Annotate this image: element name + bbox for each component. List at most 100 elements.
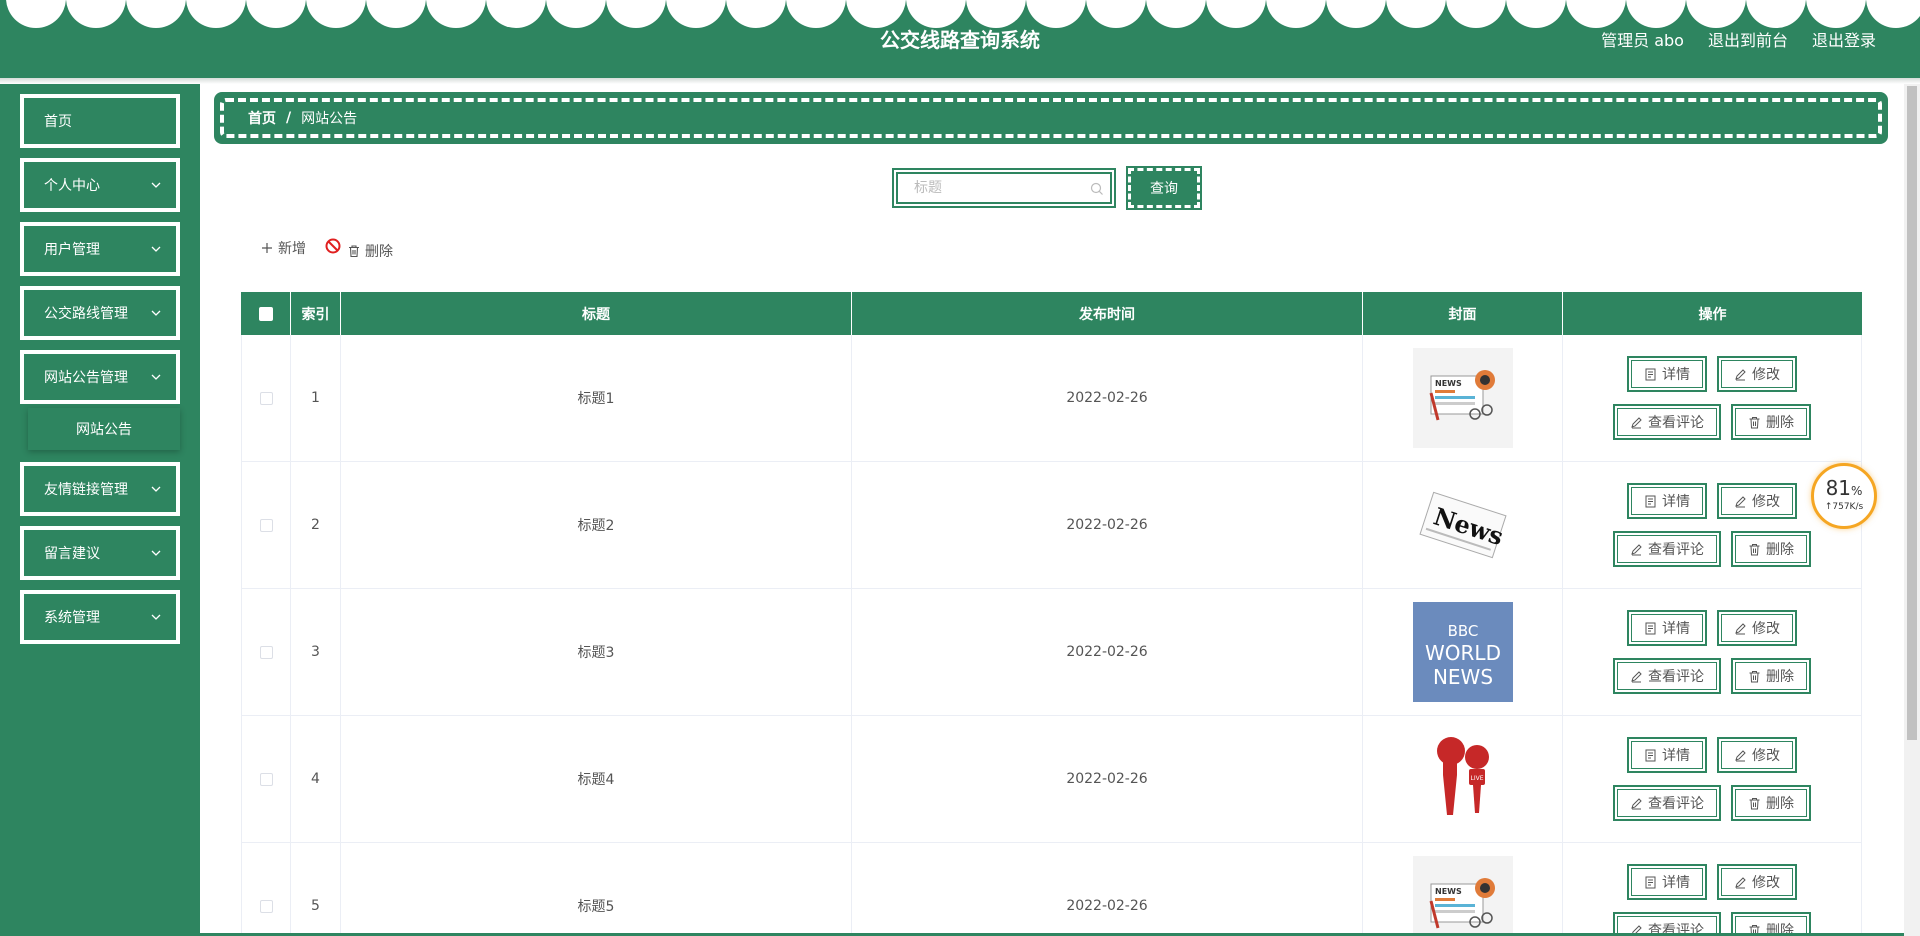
ops-group: 详情 修改 查看评论 删除 bbox=[1613, 864, 1811, 936]
detail-button[interactable]: 详情 bbox=[1627, 737, 1707, 773]
search-input[interactable] bbox=[914, 180, 1074, 196]
row-index: 3 bbox=[291, 589, 341, 715]
detail-label: 详情 bbox=[1662, 875, 1690, 891]
cover-news-image: NEWS bbox=[1412, 856, 1513, 936]
sidebar-item-label: 首页 bbox=[44, 114, 72, 130]
detail-button[interactable]: 详情 bbox=[1627, 610, 1707, 646]
table-row: 4 标题4 2022-02-26 LIVE 详情 修改 查看评论 删除 bbox=[241, 716, 1862, 843]
view-comments-button-inner: 查看评论 bbox=[1617, 789, 1717, 817]
detail-button-inner: 详情 bbox=[1631, 487, 1703, 515]
sidebar-item-friend-links-management[interactable]: 友情链接管理 bbox=[20, 462, 180, 516]
view-comments-button[interactable]: 查看评论 bbox=[1613, 658, 1721, 694]
sidebar-item-home[interactable]: 首页 bbox=[20, 94, 180, 148]
table-header: 索引 标题 发布时间 封面 操作 bbox=[241, 292, 1862, 335]
row-checkbox[interactable] bbox=[259, 772, 273, 786]
ops-row: 查看评论 删除 bbox=[1613, 404, 1811, 440]
sidebar-item-label: 个人中心 bbox=[44, 178, 100, 194]
detail-button[interactable]: 详情 bbox=[1627, 356, 1707, 392]
disabled-cursor-icon bbox=[325, 238, 341, 254]
scrollbar-thumb[interactable] bbox=[1907, 86, 1917, 740]
chevron-down-icon bbox=[151, 182, 161, 188]
header-title: 标题 bbox=[341, 292, 852, 335]
row-checkbox[interactable] bbox=[259, 899, 273, 913]
edit-button-inner: 修改 bbox=[1721, 360, 1793, 388]
row-cover: BBC WORLD NEWS bbox=[1363, 589, 1563, 715]
sidebar-item-announcement-management[interactable]: 网站公告管理 bbox=[20, 350, 180, 404]
view-comments-button[interactable]: 查看评论 bbox=[1613, 785, 1721, 821]
sidebar-item-label: 用户管理 bbox=[44, 242, 100, 258]
breadcrumb-home[interactable]: 首页 bbox=[248, 108, 276, 128]
view-comments-label: 查看评论 bbox=[1648, 415, 1704, 431]
delete-button[interactable]: 删除 bbox=[1731, 531, 1811, 567]
ops-group: 详情 修改查看评论 删除 bbox=[1613, 356, 1811, 440]
delete-button[interactable]: 删除 bbox=[1731, 785, 1811, 821]
view-comments-button-inner: 查看评论 bbox=[1617, 535, 1717, 563]
network-speed-badge[interactable]: 81% ↑757K/s bbox=[1811, 463, 1877, 529]
row-select-cell bbox=[241, 335, 291, 461]
sidebar-item-label: 留言建议 bbox=[44, 546, 100, 562]
add-button[interactable]: 新增 bbox=[260, 238, 306, 258]
batch-delete-button[interactable]: 删除 bbox=[347, 241, 393, 261]
detail-button-inner: 详情 bbox=[1631, 868, 1703, 896]
sidebar-item-messages[interactable]: 留言建议 bbox=[20, 526, 180, 580]
cover-live-text: LIVE bbox=[1470, 775, 1483, 782]
logout-link[interactable]: 退出登录 bbox=[1812, 27, 1876, 51]
header-actions: 管理员 abo 退出到前台 退出登录 bbox=[1601, 27, 1876, 51]
header-publish-time: 发布时间 bbox=[852, 292, 1363, 335]
ops-row: 详情 修改 bbox=[1627, 610, 1797, 646]
row-operations: 详情 修改 查看评论 删除 bbox=[1563, 843, 1862, 936]
row-checkbox[interactable] bbox=[259, 645, 273, 659]
delete-button[interactable]: 删除 bbox=[1731, 404, 1811, 440]
scrollbar[interactable] bbox=[1904, 84, 1920, 936]
ops-row: 详情 修改 bbox=[1627, 737, 1797, 773]
row-operations: 详情 修改查看评论 删除 bbox=[1563, 589, 1862, 715]
chevron-down-icon bbox=[151, 550, 161, 556]
row-index: 5 bbox=[291, 843, 341, 936]
exit-to-front-link[interactable]: 退出到前台 bbox=[1708, 27, 1788, 51]
cover-bbc-text: BBC bbox=[1447, 622, 1478, 640]
breadcrumb-separator: / bbox=[286, 110, 292, 126]
delete-button[interactable]: 删除 bbox=[1731, 658, 1811, 694]
detail-button-inner: 详情 bbox=[1631, 360, 1703, 388]
row-checkbox[interactable] bbox=[259, 518, 273, 532]
ops-row: 详情 修改 bbox=[1627, 864, 1797, 900]
select-all-checkbox[interactable] bbox=[258, 306, 273, 321]
document-icon bbox=[1645, 749, 1656, 761]
edit-button[interactable]: 修改 bbox=[1717, 737, 1797, 773]
chevron-down-icon bbox=[151, 310, 161, 316]
sidebar-item-user-management[interactable]: 用户管理 bbox=[20, 222, 180, 276]
detail-button[interactable]: 详情 bbox=[1627, 483, 1707, 519]
sidebar-item-bus-route-management[interactable]: 公交路线管理 bbox=[20, 286, 180, 340]
ops-group: 详情 修改 查看评论 删除 bbox=[1613, 483, 1811, 567]
edit-label: 修改 bbox=[1752, 621, 1780, 637]
edit-button-inner: 修改 bbox=[1721, 487, 1793, 515]
edit-icon bbox=[1735, 876, 1746, 888]
view-comments-button[interactable]: 查看评论 bbox=[1613, 531, 1721, 567]
row-select-cell bbox=[241, 589, 291, 715]
row-checkbox[interactable] bbox=[259, 391, 273, 405]
trash-icon bbox=[349, 245, 359, 258]
sidebar-item-label: 公交路线管理 bbox=[44, 306, 128, 322]
edit-button-inner: 修改 bbox=[1721, 868, 1793, 896]
search-field bbox=[892, 168, 1116, 208]
table-body: 1 标题1 2022-02-26 NEWS 详情 修改 查看评论 删除 2 标题2 2022-02-… bbox=[241, 335, 1862, 936]
row-title: 标题5 bbox=[341, 843, 852, 936]
edit-button[interactable]: 修改 bbox=[1717, 356, 1797, 392]
breadcrumb-inner: 首页 / 网站公告 bbox=[220, 98, 1882, 138]
detail-button[interactable]: 详情 bbox=[1627, 864, 1707, 900]
sidebar-item-personal-center[interactable]: 个人中心 bbox=[20, 158, 180, 212]
delete-label: 删除 bbox=[1766, 542, 1794, 558]
search-button[interactable]: 查询 bbox=[1126, 166, 1202, 210]
edit-button[interactable]: 修改 bbox=[1717, 483, 1797, 519]
sidebar-subitem-announcement[interactable]: 网站公告 bbox=[28, 408, 180, 450]
row-title: 标题3 bbox=[341, 589, 852, 715]
sidebar-item-system-management[interactable]: 系统管理 bbox=[20, 590, 180, 644]
edit-button[interactable]: 修改 bbox=[1717, 610, 1797, 646]
row-cover: NEWS bbox=[1363, 843, 1563, 936]
ops-group: 详情 修改 查看评论 删除 bbox=[1613, 737, 1811, 821]
edit-button[interactable]: 修改 bbox=[1717, 864, 1797, 900]
view-comments-button[interactable]: 查看评论 bbox=[1613, 404, 1721, 440]
cover-microphone-image: LIVE bbox=[1412, 729, 1513, 829]
delete-button-inner: 删除 bbox=[1735, 789, 1807, 817]
chevron-down-icon bbox=[151, 614, 161, 620]
